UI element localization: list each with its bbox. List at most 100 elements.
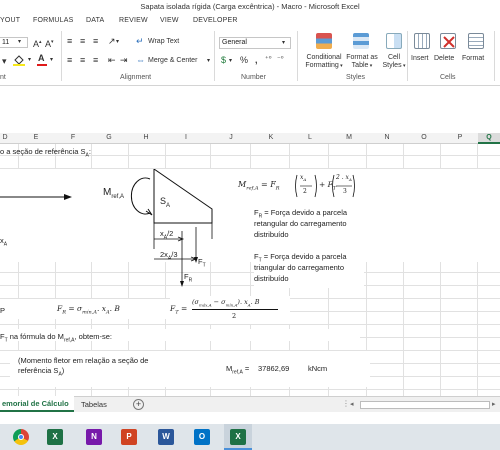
col-header-j[interactable]: J <box>212 134 250 141</box>
chevron-down-icon[interactable]: ▾ <box>50 55 53 65</box>
excel-icon[interactable]: X <box>47 429 63 445</box>
font-color-bar <box>37 64 47 66</box>
chevron-down-icon[interactable]: ▾ <box>116 37 119 47</box>
ft-arrow-label: FT <box>198 257 206 269</box>
chevron-down-icon[interactable]: ▾ <box>282 38 285 48</box>
font-size-box[interactable]: 11 <box>0 37 28 48</box>
col-header-k[interactable]: K <box>252 134 290 141</box>
sheet-tab-bar: emorial de Cálculo Tabelas + ⋮ ◂ ▸ <box>0 396 500 412</box>
align-right-icon[interactable]: ≡ <box>93 55 98 65</box>
font-color-icon[interactable]: A <box>38 53 45 63</box>
word-icon[interactable]: W <box>158 429 174 445</box>
substitution-note: FT na fórmula do Mref,A, obtem-se: <box>0 332 113 344</box>
insert-cells-icon[interactable] <box>414 33 430 49</box>
cell-styles-button[interactable]: Cell Styles ▾ <box>378 54 410 70</box>
powerpoint-icon[interactable]: P <box>121 429 137 445</box>
scroll-right-icon[interactable]: ▸ <box>492 400 496 408</box>
excel-active-icon[interactable]: X <box>230 429 246 445</box>
shrink-font-icon[interactable]: A▾ <box>45 37 54 49</box>
col-header-l[interactable]: L <box>291 134 329 141</box>
sheet-tab-tabelas[interactable]: Tabelas <box>81 400 107 409</box>
momento-description: (Momento fletor em relação a seção de ref… <box>18 356 149 378</box>
fill-color-icon[interactable] <box>13 54 25 66</box>
currency-icon[interactable]: $ <box>221 55 226 65</box>
col-header-d[interactable]: D <box>0 134 10 141</box>
col-header-e[interactable]: E <box>20 134 52 141</box>
tab-formulas[interactable]: FORMULAS <box>33 17 74 24</box>
col-header-m[interactable]: M <box>330 134 368 141</box>
mref-label: Mref,A = <box>226 364 250 376</box>
col-header-q[interactable]: Q <box>478 134 500 141</box>
tab-developer[interactable]: DEVELOPER <box>193 17 238 24</box>
align-top-icon[interactable]: ≡ <box>67 36 72 46</box>
format-as-table-icon[interactable] <box>353 33 369 49</box>
tab-review[interactable]: REVIEW <box>119 17 148 24</box>
conditional-formatting-icon[interactable] <box>316 33 332 49</box>
tab-data[interactable]: DATA <box>86 17 104 24</box>
increase-decimal-icon[interactable]: ⁺⁰ <box>265 55 272 65</box>
cell-styles-icon[interactable] <box>386 33 402 49</box>
moment-label: Mref,A <box>103 187 125 201</box>
merge-center-icon[interactable]: ⇔ <box>136 55 145 65</box>
p-label: P <box>0 306 6 315</box>
horizontal-scrollbar[interactable] <box>360 401 490 409</box>
align-bottom-icon[interactable]: ≡ <box>93 36 98 46</box>
fr-formula: FR = σmín,A. xA. B <box>57 304 120 316</box>
tab-view[interactable]: VIEW <box>160 17 179 24</box>
merge-center-button[interactable]: Merge & Center <box>148 57 197 65</box>
align-middle-icon[interactable]: ≡ <box>80 36 85 46</box>
add-sheet-button[interactable]: + <box>133 399 144 410</box>
format-button[interactable]: Format <box>462 55 484 63</box>
scroll-left-icon[interactable]: ◂ <box>350 400 354 408</box>
delete-cells-icon[interactable] <box>440 33 456 49</box>
separator <box>61 31 62 81</box>
grow-font-icon[interactable]: A▴ <box>33 37 42 49</box>
number-format-select[interactable]: General <box>219 37 291 49</box>
col-header-h[interactable]: H <box>130 134 162 141</box>
delete-button[interactable]: Delete <box>434 55 454 63</box>
mref-unit[interactable]: kNcm <box>308 364 327 374</box>
onenote-icon[interactable]: N <box>86 429 102 445</box>
borders-icon[interactable]: ▾ <box>2 56 7 66</box>
chevron-down-icon[interactable]: ▾ <box>28 55 31 65</box>
percent-button[interactable]: % <box>240 55 248 65</box>
insert-button[interactable]: Insert <box>411 55 429 63</box>
increase-indent-icon[interactable]: ⇥ <box>120 55 128 65</box>
wrap-text-icon[interactable]: ↵ <box>136 36 144 46</box>
group-styles-label: Styles <box>346 74 366 81</box>
worksheet-grid[interactable]: o a seção de referência SA: Mref,A SA xA… <box>0 144 500 396</box>
column-headers: D E F G H I J K L M N O P Q <box>0 133 500 144</box>
chrome-icon[interactable] <box>13 429 29 445</box>
section-heading-text: o a seção de referência SA: <box>0 147 91 159</box>
format-cells-icon[interactable] <box>468 33 484 49</box>
wrap-text-button[interactable]: Wrap Text <box>148 38 179 46</box>
decrease-indent-icon[interactable]: ⇤ <box>108 55 116 65</box>
outlook-icon[interactable]: O <box>194 429 210 445</box>
decrease-decimal-icon[interactable]: ⁻⁰ <box>277 55 284 65</box>
tab-page-layout[interactable]: YOUT <box>0 17 20 24</box>
chevron-down-icon[interactable]: ▾ <box>229 56 232 66</box>
align-left-icon[interactable]: ≡ <box>67 55 72 65</box>
format-as-table-button[interactable]: Format as Table ▾ <box>343 54 381 70</box>
taskbar: X N P W O X <box>0 424 500 450</box>
col-header-p[interactable]: P <box>441 134 479 141</box>
fr-arrow-label: FR <box>184 272 193 284</box>
formula-bar-area <box>0 86 500 133</box>
section-label: SA <box>160 196 171 209</box>
col-header-g[interactable]: G <box>93 134 125 141</box>
sheet-tab-memorial[interactable]: emorial de Cálculo <box>0 396 74 412</box>
col-header-o[interactable]: O <box>405 134 443 141</box>
chevron-down-icon[interactable]: ▾ <box>207 56 210 66</box>
col-header-n[interactable]: N <box>368 134 406 141</box>
chevron-down-icon[interactable]: ▾ <box>18 37 21 47</box>
xa-cell-label: xA <box>0 236 8 248</box>
col-header-f[interactable]: F <box>57 134 89 141</box>
mref-value[interactable]: 37862,69 <box>258 364 289 374</box>
col-header-i[interactable]: I <box>167 134 205 141</box>
dim-2xa-third: 2xA/3 <box>160 250 178 262</box>
orientation-icon[interactable]: ↗ <box>108 36 116 46</box>
comma-button[interactable]: , <box>255 55 258 65</box>
align-center-icon[interactable]: ≡ <box>80 55 85 65</box>
conditional-formatting-button[interactable]: Conditional Formatting ▾ <box>302 54 346 70</box>
separator <box>297 31 298 81</box>
